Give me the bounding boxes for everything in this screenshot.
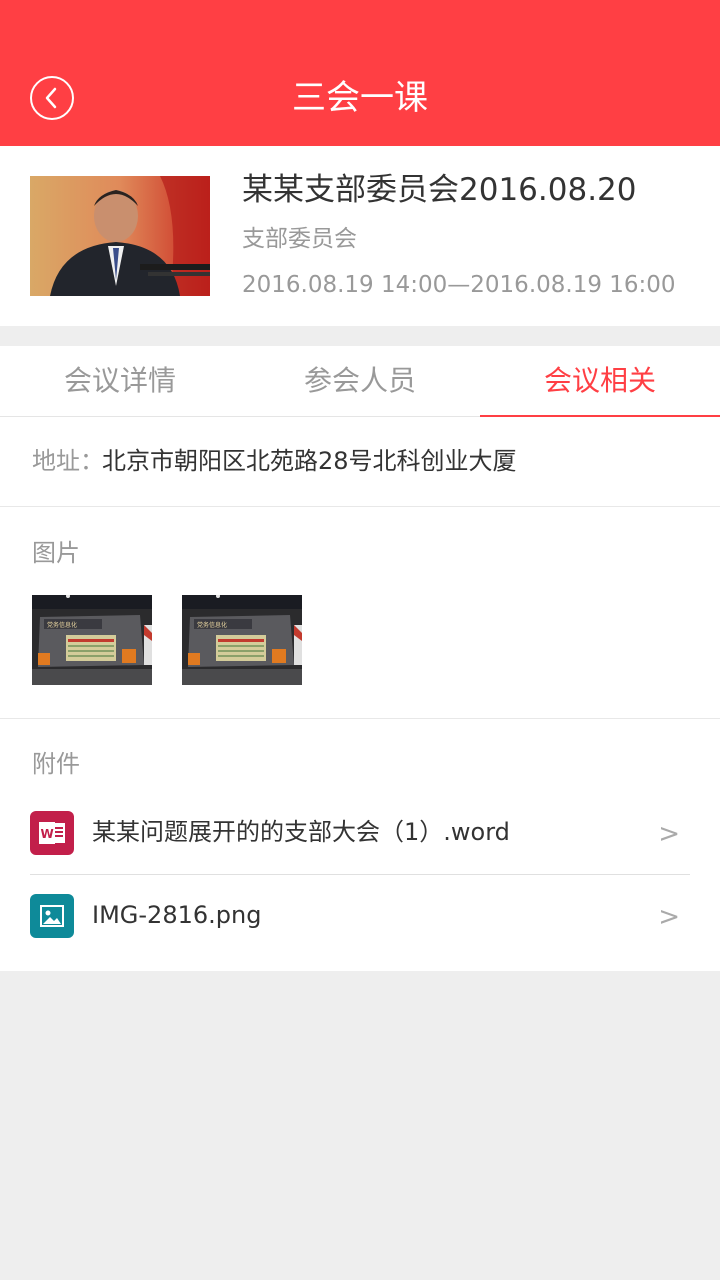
photo-thumbnail[interactable]: 党务信息化 bbox=[32, 595, 152, 685]
page-title: 三会一课 bbox=[292, 78, 428, 118]
chevron-right-icon: > bbox=[658, 902, 680, 932]
tab-meeting-details[interactable]: 会议详情 bbox=[0, 346, 240, 416]
image-file-icon bbox=[30, 894, 74, 938]
attachments-section: 附件 W 某某问题展开的的支部大会（1）.word > IMG-2816.png… bbox=[0, 719, 720, 971]
images-label: 图片 bbox=[32, 539, 80, 567]
attachment-name: 某某问题展开的的支部大会（1）.word bbox=[92, 818, 510, 846]
meeting-type: 支部委员会 bbox=[242, 226, 357, 252]
chevron-right-icon: > bbox=[658, 819, 680, 849]
attachment-name: IMG-2816.png bbox=[92, 901, 262, 929]
app-header: 三会一课 bbox=[0, 0, 720, 146]
meeting-summary-card[interactable]: 某某支部委员会2016.08.20 支部委员会 2016.08.19 14:00… bbox=[0, 146, 720, 326]
attachment-row[interactable]: W 某某问题展开的的支部大会（1）.word > bbox=[30, 793, 690, 875]
meeting-title: 某某支部委员会2016.08.20 bbox=[242, 172, 637, 208]
meeting-thumbnail bbox=[30, 176, 210, 296]
tab-bar: 会议详情 参会人员 会议相关 bbox=[0, 346, 720, 417]
address-label: 地址： bbox=[32, 447, 104, 475]
address-row: 地址： 北京市朝阳区北苑路28号北科创业大厦 bbox=[0, 417, 720, 507]
svg-text:党务信息化: 党务信息化 bbox=[197, 621, 227, 629]
address-value: 北京市朝阳区北苑路28号北科创业大厦 bbox=[102, 447, 517, 475]
tab-meeting-related[interactable]: 会议相关 bbox=[480, 346, 720, 417]
photo-thumbnail[interactable]: 党务信息化 bbox=[182, 595, 302, 685]
attachment-row[interactable]: IMG-2816.png > bbox=[30, 876, 690, 958]
attachments-label: 附件 bbox=[32, 750, 80, 778]
meeting-time: 2016.08.19 14:00—2016.08.19 16:00 bbox=[242, 272, 676, 298]
tab-attendees[interactable]: 参会人员 bbox=[240, 346, 480, 416]
images-section: 图片 党务信息化 党务信息化 bbox=[0, 508, 720, 719]
svg-text:党务信息化: 党务信息化 bbox=[47, 621, 77, 629]
svg-text:W: W bbox=[41, 827, 54, 841]
word-file-icon: W bbox=[30, 811, 74, 855]
tab-content: 地址： 北京市朝阳区北苑路28号北科创业大厦 图片 党务信息化 党务信息化 附件… bbox=[0, 417, 720, 971]
